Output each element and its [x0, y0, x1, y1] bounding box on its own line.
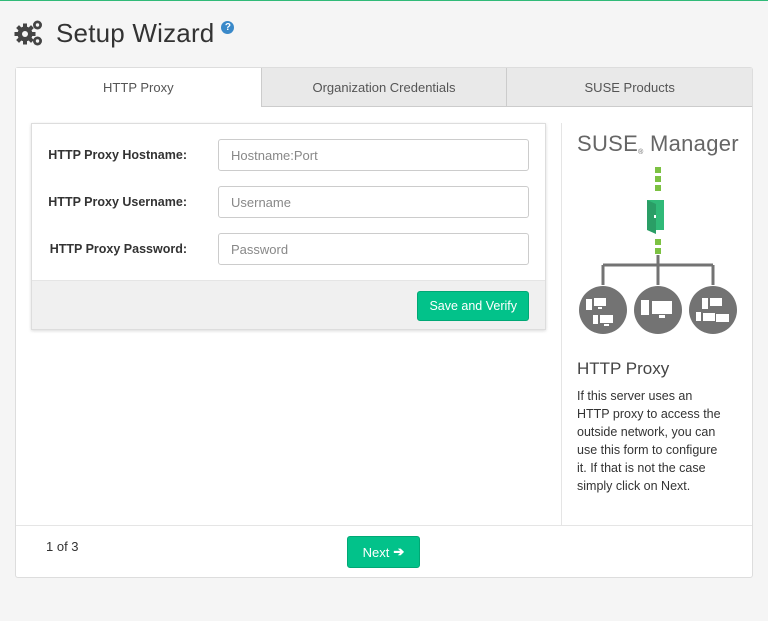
- hostname-input[interactable]: [218, 139, 529, 171]
- wizard-panel: HTTP Proxy Organization Credentials SUSE…: [15, 67, 753, 578]
- username-row: HTTP Proxy Username:: [32, 186, 545, 218]
- page-title: Setup Wizard: [56, 17, 215, 48]
- save-and-verify-button[interactable]: Save and Verify: [417, 291, 529, 321]
- wizard-tabs: HTTP Proxy Organization Credentials SUSE…: [16, 68, 753, 107]
- password-input[interactable]: [218, 233, 529, 265]
- next-button[interactable]: Next ➔: [347, 536, 420, 568]
- question-circle-icon[interactable]: ?: [221, 20, 235, 34]
- wizard-footer: 1 of 3 Next ➔: [16, 525, 752, 577]
- hostname-row: HTTP Proxy Hostname:: [32, 139, 545, 171]
- door-icon: [647, 200, 664, 234]
- arrow-right-icon: ➔: [393, 544, 405, 559]
- form-footer: Save and Verify: [32, 280, 545, 329]
- suse-manager-logo: SUSE® Manager: [577, 131, 739, 157]
- gears-icon: [14, 20, 42, 46]
- side-title: HTTP Proxy: [577, 359, 670, 378]
- tab-organization-credentials[interactable]: Organization Credentials: [260, 68, 507, 107]
- side-description: If this server uses an HTTP proxy to acc…: [577, 389, 721, 493]
- server-node-icon: [689, 286, 737, 334]
- password-row: HTTP Proxy Password:: [32, 233, 545, 265]
- tab-suse-products[interactable]: SUSE Products: [506, 68, 753, 107]
- brand-suffix: Manager: [643, 131, 739, 156]
- next-label: Next: [362, 544, 390, 560]
- tab-http-proxy[interactable]: HTTP Proxy: [16, 68, 261, 107]
- side-panel: SUSE® Manager HTTP Proxy If this server …: [561, 123, 752, 525]
- proxy-network-diagram: [579, 167, 737, 334]
- brand-name: SUSE: [577, 131, 639, 156]
- username-input[interactable]: [218, 186, 529, 218]
- username-label: HTTP Proxy Username:: [48, 195, 187, 209]
- page-count: 1 of 3: [46, 539, 79, 554]
- proxy-form: HTTP Proxy Hostname: HTTP Proxy Username…: [31, 123, 546, 330]
- password-label: HTTP Proxy Password:: [49, 242, 187, 256]
- hostname-label: HTTP Proxy Hostname:: [48, 148, 187, 162]
- page-header: Setup Wizard ?: [14, 15, 235, 51]
